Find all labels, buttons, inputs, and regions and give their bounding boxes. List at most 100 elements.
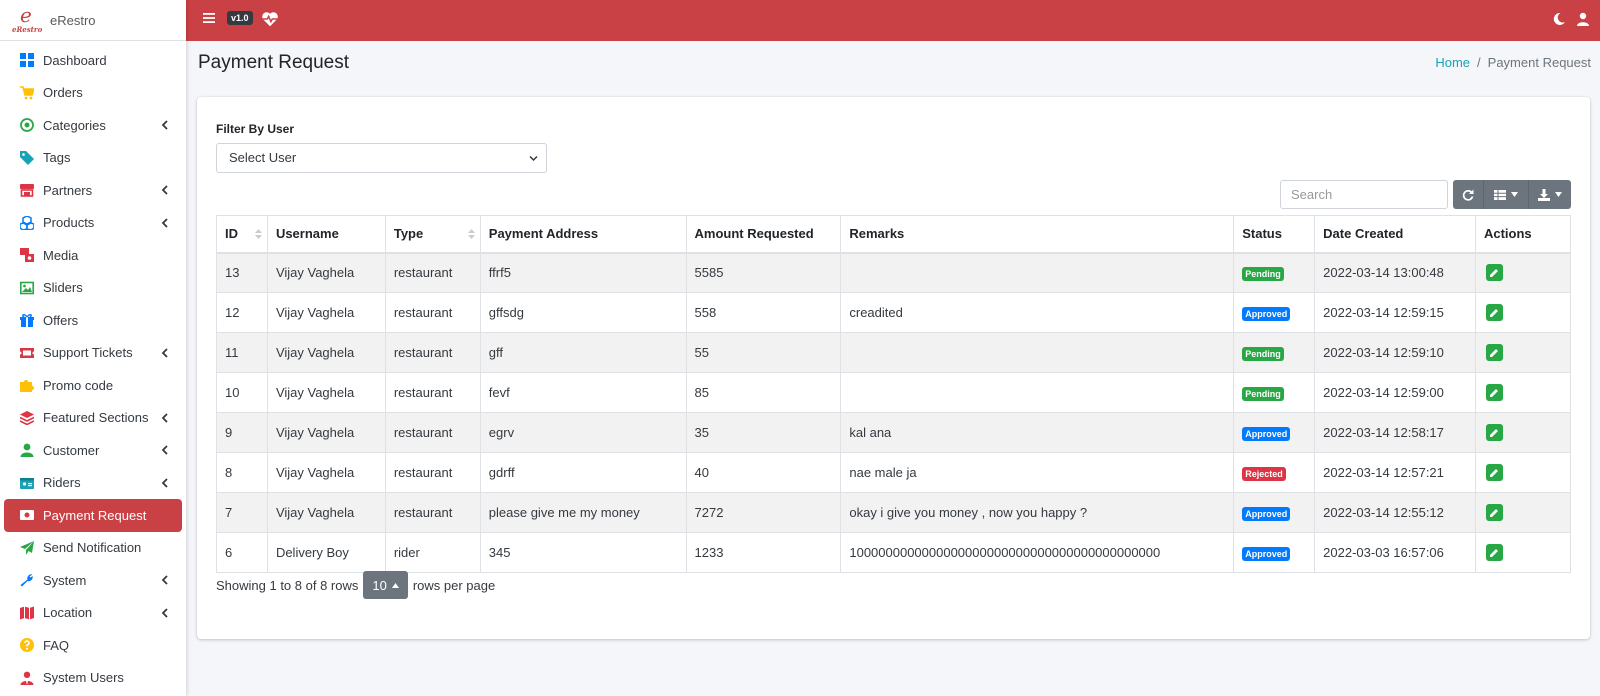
chevron-left-icon [161, 120, 168, 130]
sidebar-item-label: Send Notification [43, 540, 142, 556]
page-size-button[interactable]: 10 [363, 571, 408, 599]
sidebar-item-riders[interactable]: Riders [4, 467, 182, 500]
sidebar-item-label: Media [43, 247, 79, 263]
sidebar-item-categories[interactable]: Categories [4, 109, 182, 142]
cell-type: restaurant [384, 252, 481, 293]
cell-status: Approved [1233, 412, 1316, 453]
sidebar-item-promo-code[interactable]: Promo code [4, 369, 182, 402]
sidebar-item-label: Riders [43, 475, 81, 491]
sidebar-item-send-notification[interactable]: Send Notification [4, 532, 182, 565]
hamburger-menu-icon[interactable] [203, 12, 215, 24]
edit-button[interactable] [1485, 464, 1503, 481]
sidebar-item-label: Featured Sections [43, 410, 149, 426]
brand[interactable]: e eRestro eRestro [0, 0, 186, 41]
breadcrumb-home-link[interactable]: Home [1435, 55, 1470, 70]
refresh-button[interactable] [1453, 180, 1484, 209]
status-badge: Approved [1242, 546, 1291, 561]
sidebar-item-tags[interactable]: Tags [4, 142, 182, 175]
cell-date: 2022-03-14 12:55:12 [1314, 492, 1476, 533]
column-header-id[interactable]: ID [216, 215, 268, 254]
gift-icon [19, 312, 35, 328]
edit-button[interactable] [1485, 504, 1503, 521]
sidebar-item-location[interactable]: Location [4, 597, 182, 630]
table-row: 8 Vijay Vaghela restaurant gdrff 40 nae male … [216, 452, 1572, 493]
cell-remarks: kal ana [840, 412, 1235, 453]
cubes-icon [19, 215, 35, 231]
cell-status: Pending [1233, 372, 1316, 413]
pencil-icon [1490, 268, 1499, 277]
breadcrumb: Home / Payment Request [1435, 55, 1591, 70]
cell-date: 2022-03-03 16:57:06 [1314, 532, 1476, 573]
edit-button[interactable] [1485, 304, 1503, 321]
wrench-icon [19, 572, 35, 588]
cell-actions [1474, 532, 1572, 573]
cell-address: fevf [479, 372, 687, 413]
cell-status: Approved [1233, 492, 1316, 533]
user-filter-select[interactable]: Select User [216, 143, 547, 173]
sidebar-item-featured-sections[interactable]: Featured Sections [4, 402, 182, 435]
column-header-label: Payment Address [488, 226, 599, 242]
ticket-icon [19, 345, 35, 361]
edit-button[interactable] [1485, 264, 1503, 282]
paper-plane-icon [19, 540, 35, 556]
question-icon [19, 637, 35, 653]
heartbeat-icon[interactable] [261, 10, 279, 28]
cell-id: 8 [216, 452, 268, 493]
edit-button[interactable] [1485, 344, 1503, 361]
cell-amount: 7272 [685, 492, 842, 533]
cell-remarks [840, 332, 1235, 373]
chevron-left-icon [161, 445, 168, 455]
chevron-left-icon [161, 185, 168, 195]
cell-date: 2022-03-14 12:59:10 [1314, 332, 1476, 373]
store-icon [19, 182, 35, 198]
cell-id: 7 [216, 492, 268, 533]
sidebar-item-label: Categories [43, 117, 106, 133]
sidebar-item-offers[interactable]: Offers [4, 304, 182, 337]
cell-username: Vijay Vaghela [266, 412, 386, 453]
sidebar-item-system[interactable]: System [4, 564, 182, 597]
cell-remarks: okay i give you money , now you happy ? [840, 492, 1235, 533]
sidebar-item-customer[interactable]: Customer [4, 434, 182, 467]
sidebar-item-partners[interactable]: Partners [4, 174, 182, 207]
cell-remarks: creadited [840, 292, 1235, 333]
sidebar-item-label: Customer [43, 442, 100, 458]
cell-status: Pending [1233, 332, 1316, 373]
sidebar: e eRestro eRestro Dashboard Orders Categor… [0, 0, 186, 696]
table-row: 6 Delivery Boy rider 345 1233 100000000000000… [216, 532, 1572, 573]
sidebar-item-system-users[interactable]: System Users [4, 662, 182, 695]
edit-button[interactable] [1485, 544, 1503, 561]
dark-mode-moon-icon[interactable] [1552, 12, 1566, 26]
sidebar-item-media[interactable]: Media [4, 239, 182, 272]
dashboard-icon [19, 52, 35, 68]
table-row: 12 Vijay Vaghela restaurant gffsdg 558 creadi… [216, 292, 1572, 333]
cell-type: restaurant [384, 492, 481, 533]
cell-amount: 35 [685, 412, 842, 453]
caret-up-icon [391, 582, 399, 588]
status-badge: Approved [1242, 506, 1291, 521]
cell-address: gff [479, 332, 687, 373]
sidebar-item-dashboard[interactable]: Dashboard [4, 44, 182, 77]
cell-amount: 1233 [685, 532, 842, 573]
table-body: 13 Vijay Vaghela restaurant ffrf5 5585 Pendin… [216, 252, 1572, 573]
search-input[interactable]: Search [1280, 180, 1448, 209]
sidebar-item-payment-request[interactable]: Payment Request [4, 499, 182, 532]
edit-button[interactable] [1485, 424, 1503, 441]
sidebar-item-orders[interactable]: Orders [4, 77, 182, 110]
user-account-icon[interactable] [1576, 12, 1590, 26]
export-button[interactable] [1529, 180, 1571, 209]
cell-id: 10 [216, 372, 268, 413]
sidebar-item-products[interactable]: Products [4, 207, 182, 240]
sidebar-item-label: Location [43, 605, 93, 621]
cell-type: restaurant [384, 412, 481, 453]
edit-button[interactable] [1485, 384, 1503, 401]
cell-amount: 55 [685, 332, 842, 373]
column-header-type[interactable]: Type [384, 215, 481, 254]
sidebar-item-label: Payment Request [43, 507, 147, 523]
sidebar-item-support-tickets[interactable]: Support Tickets [4, 337, 182, 370]
cell-actions [1474, 332, 1572, 373]
column-header-date-created: Date Created [1314, 215, 1476, 254]
sidebar-item-sliders[interactable]: Sliders [4, 272, 182, 305]
columns-toggle-button[interactable] [1484, 180, 1529, 209]
sidebar-item-faq[interactable]: FAQ [4, 629, 182, 662]
sidebar-item-label: System Users [43, 670, 124, 686]
